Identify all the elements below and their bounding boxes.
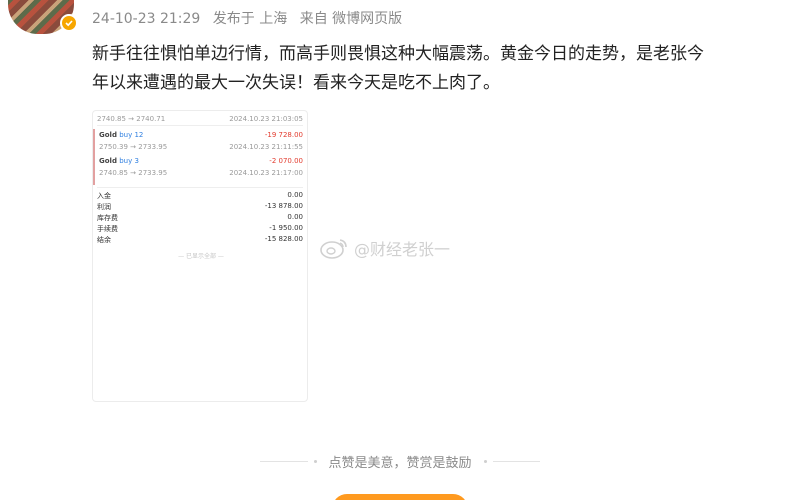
summary-label: 手续费 [97,225,118,233]
watermark-text: @财经老张一 [354,240,451,259]
summary-value: -15 828.00 [264,235,303,243]
trade-header: 2740.85 → 2740.71 2024.10.23 21:03:05 [97,115,303,123]
trade-asset: Gold [99,157,117,165]
trade-time: 2024.10.23 21:17:00 [229,169,303,177]
summary-label: 库存费 [97,214,118,222]
summary-label: 入金 [97,192,111,200]
divider [492,461,541,462]
list-end-indicator: — 已显示全部 — [178,253,224,260]
post-text: 新手往往惧怕单边行情，而高手则畏惧这种大幅震荡。黄金今日的走势，是老张今 年以来… [92,40,792,98]
trade-pnl: -2 070.00 [269,157,303,165]
divider [97,125,303,126]
trade-pnl: -19 728.00 [264,131,303,139]
verified-badge-icon [60,14,78,32]
summary-row: 结余 -15 828.00 [97,235,303,245]
trade-side: buy 3 [119,157,139,165]
reward-prompt: 点赞是美意，赞赏是鼓励 [260,452,541,471]
summary-row: 入金 0.00 [97,191,303,201]
trade-asset: Gold [99,131,117,139]
watermark: @财经老张一 [320,236,450,260]
reward-button[interactable] [332,494,468,500]
summary-value: -13 878.00 [264,202,303,210]
trade-price-path: 2740.85 → 2733.95 [99,169,168,177]
summary-row: 手续费 -1 950.00 [97,224,303,234]
summary-label: 结余 [97,236,111,244]
summary-label: 利润 [97,203,111,211]
trade-time: 2024.10.23 21:11:55 [229,143,303,151]
trade-row: Gold buy 3 -2 070.00 2740.85 → 2733.95 2… [93,155,307,185]
post-location: 发布于 上海 [212,11,288,27]
post-timestamp[interactable]: 24-10-23 21:29 [92,11,200,27]
divider [260,461,308,462]
trade-header-time: 2024.10.23 21:03:05 [229,115,303,123]
trade-header-price: 2740.85 → 2740.71 [97,115,166,123]
trade-price-path: 2750.39 → 2733.95 [99,143,168,151]
weibo-logo-icon [320,239,347,259]
divider-dot [313,460,317,463]
post-meta: 24-10-23 21:29 发布于 上海 来自 微博网页版 [92,8,410,28]
trade-side: buy 12 [119,131,144,139]
divider-dot [483,460,487,463]
trade-screenshot-image[interactable]: 2740.85 → 2740.71 2024.10.23 21:03:05 Go… [92,110,308,402]
summary-value: 0.00 [287,191,303,199]
post-text-line: 新手往往惧怕单边行情，而高手则畏惧这种大幅震荡。黄金今日的走势，是老张今 [92,44,704,64]
summary-row: 库存费 0.00 [97,213,303,223]
post-source: 来自 微博网页版 [299,11,403,27]
summary-value: -1 950.00 [269,224,303,232]
divider [97,187,303,188]
summary-row: 利润 -13 878.00 [97,202,303,212]
reward-text: 点赞是美意，赞赏是鼓励 [328,456,472,471]
summary-value: 0.00 [287,213,303,221]
post-text-line: 年以来遭遇的最大一次失误！看来今天是吃不上肉了。 [92,73,500,93]
